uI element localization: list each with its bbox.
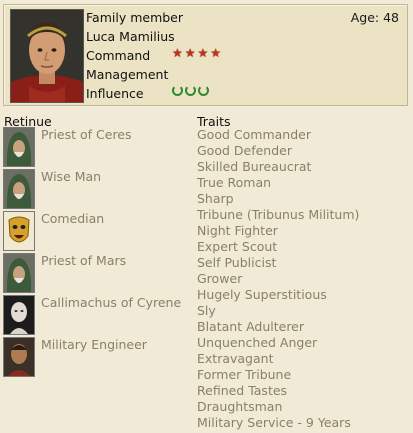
trait-item[interactable]: Former Tribune [197,367,291,382]
trait-item[interactable]: Sharp [197,191,234,206]
retinue-name: Comedian [41,211,105,226]
trait-item[interactable]: Skilled Bureaucrat [197,159,311,174]
trait-item[interactable]: Good Defender [197,143,292,158]
trait-item[interactable]: Expert Scout [197,239,277,254]
command-stars: ★ ★ ★ ★ [172,47,221,59]
retinue-item[interactable]: Priest of Ceres [3,127,193,167]
command-star-icon: ★ [210,46,222,60]
character-age: Age: 48 [350,10,399,25]
trait-item[interactable]: Military Service - 9 Years [197,415,351,430]
retinue-name: Priest of Ceres [41,127,132,142]
roman-man-portrait-icon [11,10,83,102]
laurel-icon [172,85,183,96]
trait-item[interactable]: Extravagant [197,351,273,366]
retinue-item[interactable]: Wise Man [3,169,193,209]
retinue-item[interactable]: Priest of Mars [3,253,193,293]
trait-item[interactable]: True Roman [197,175,271,190]
management-label: Management [86,67,169,82]
character-header: Family member Age: 48 Luca Mamilius Comm… [3,4,408,106]
trait-item[interactable]: Blatant Adulterer [197,319,304,334]
trait-item[interactable]: Sly [197,303,216,318]
engineer-icon [3,337,35,377]
character-name: Luca Mamilius [86,29,175,44]
command-star-icon: ★ [184,46,196,60]
trait-item[interactable]: Grower [197,271,242,286]
trait-item[interactable]: Good Commander [197,127,311,142]
retinue-item[interactable]: Callimachus of Cyrene [3,295,193,335]
influence-laurels [172,85,209,96]
retinue-name: Callimachus of Cyrene [41,295,182,310]
retinue-name: Wise Man [41,169,102,184]
hooded-priest-icon [3,253,35,293]
retinue-item[interactable]: Military Engineer [3,337,193,377]
command-star-icon: ★ [172,46,183,60]
trait-item[interactable]: Night Fighter [197,223,278,238]
trait-item[interactable]: Hugely Superstitious [197,287,327,302]
command-star-icon: ★ [197,46,209,60]
trait-item[interactable]: Draughtsman [197,399,282,414]
command-label: Command [86,48,151,63]
retinue-name: Military Engineer [41,337,147,352]
trait-item[interactable]: Tribune (Tribunus Militum) [197,207,359,222]
retinue-name: Priest of Mars [41,253,127,268]
laurel-icon [185,85,196,96]
bald-scholar-icon [3,295,35,335]
trait-item[interactable]: Unquenched Anger [197,335,317,350]
character-portrait[interactable] [10,9,84,103]
comedy-mask-icon [3,211,35,251]
character-role: Family member [86,10,184,25]
influence-label: Influence [86,86,144,101]
laurel-icon [198,85,209,96]
trait-item[interactable]: Refined Tastes [197,383,287,398]
retinue-item[interactable]: Comedian [3,211,193,251]
trait-item[interactable]: Self Publicist [197,255,276,270]
hooded-priest-icon [3,127,35,167]
hooded-wise-man-icon [3,169,35,209]
